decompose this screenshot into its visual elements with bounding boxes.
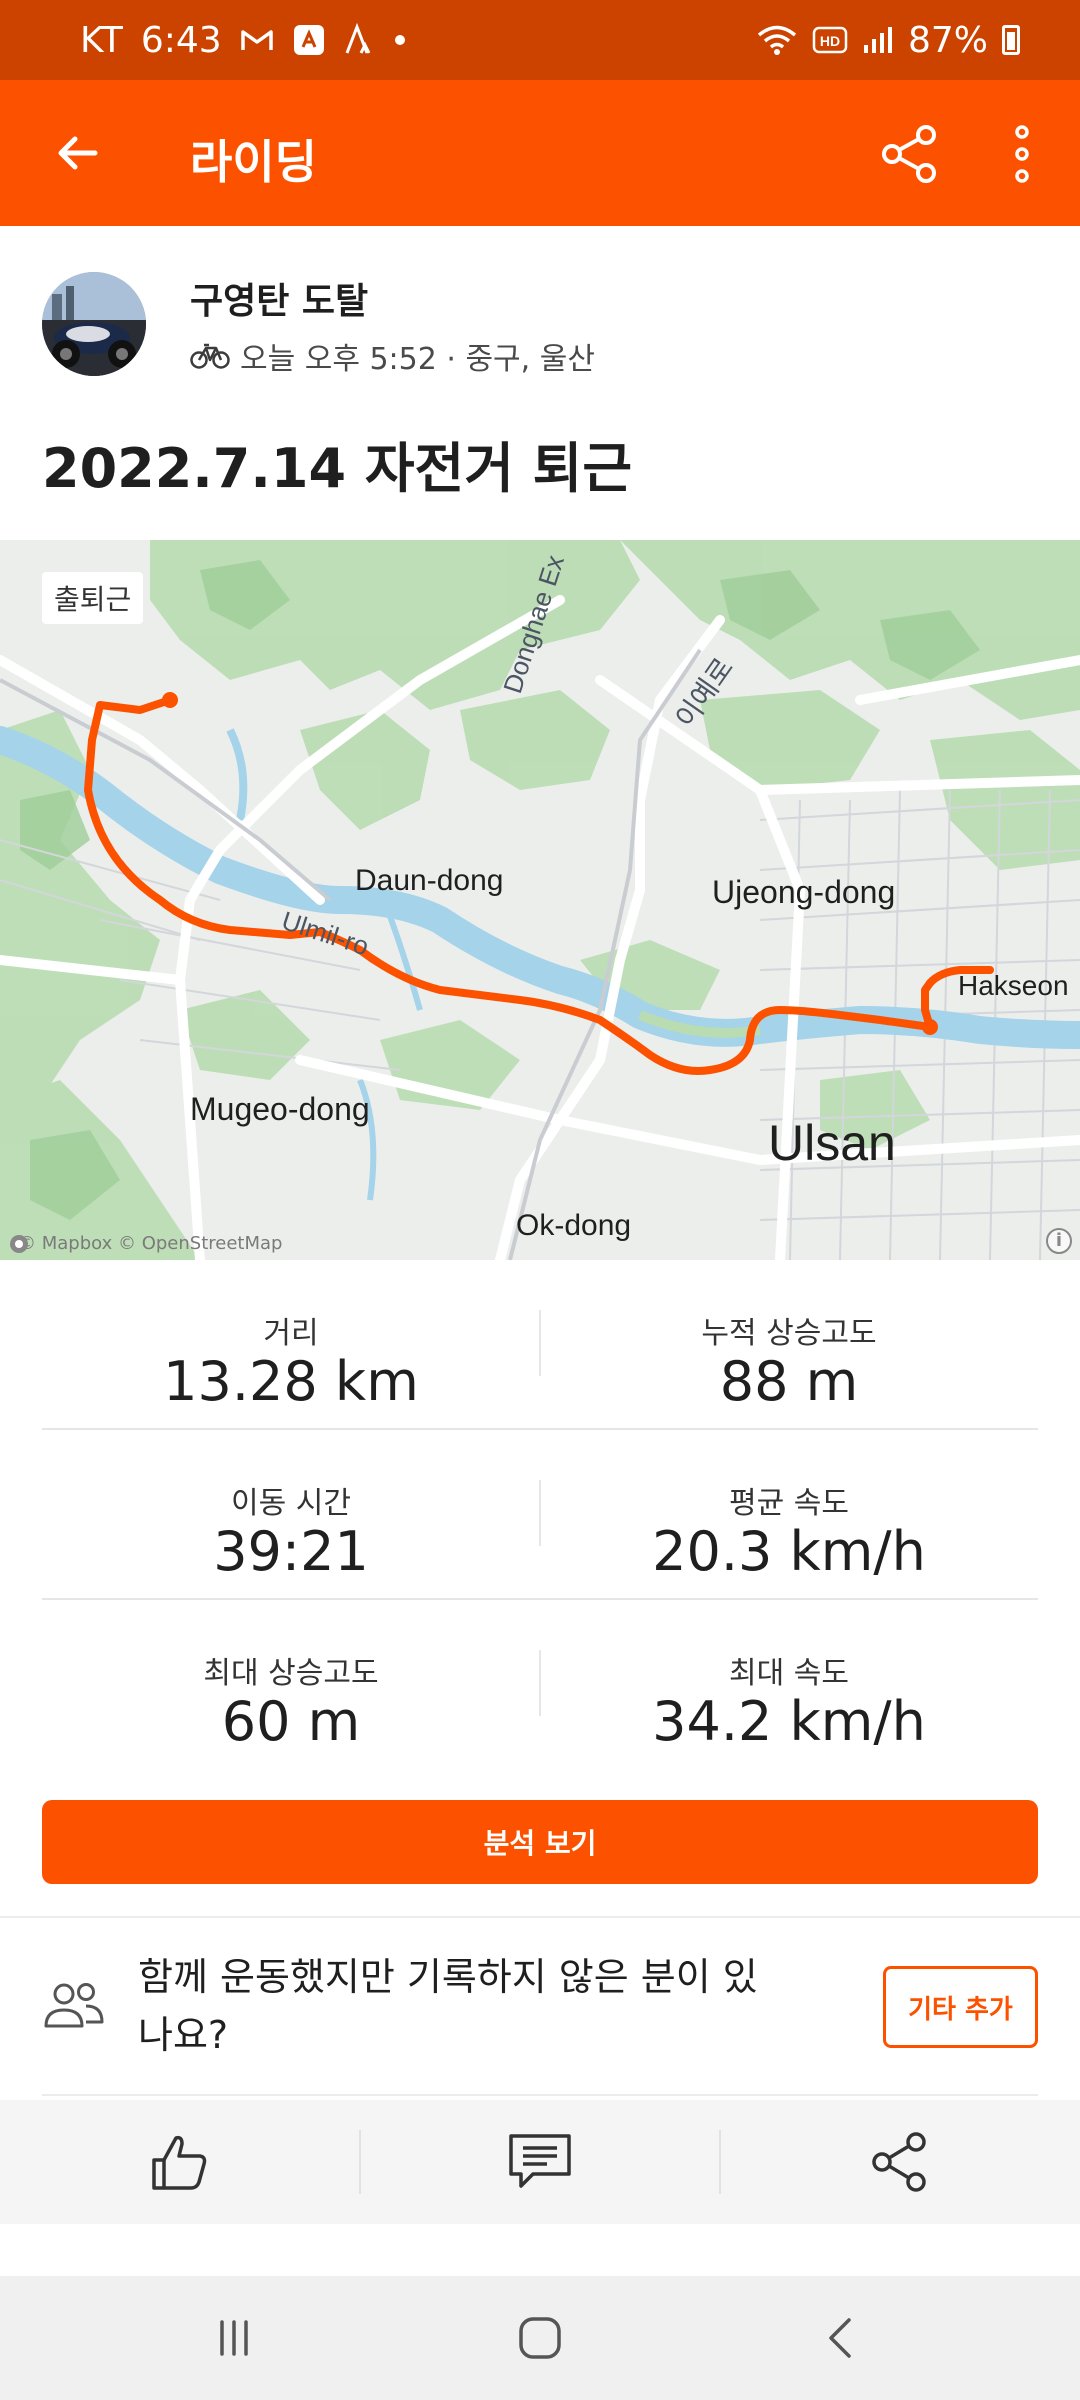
stat-value: 39:21 (213, 1520, 369, 1583)
map-label-donghae: Donghae Ex (497, 551, 570, 696)
divider (0, 1916, 1080, 1918)
map-attribution-text: © Mapbox © OpenStreetMap (18, 1233, 283, 1254)
map-label-hakseong: Hakseon (958, 970, 1069, 1001)
kudos-button[interactable] (0, 2100, 360, 2224)
battery-percent: 87% (907, 19, 988, 61)
map-label-okdong: Ok-dong (516, 1209, 631, 1242)
stat-label: 이동 시간 (231, 1486, 351, 1521)
more-vertical-icon (1015, 125, 1029, 183)
svg-text:HD: HD (820, 33, 840, 49)
app-bar: 라이딩 (0, 80, 1080, 226)
activity-meta: 오늘 오후 5:52 · 중구, 울산 (190, 334, 595, 378)
map-info-icon[interactable]: i (1046, 1228, 1072, 1254)
chevron-left-icon (829, 2318, 851, 2358)
stat-label: 최대 속도 (729, 1656, 849, 1691)
recent-apps-icon (220, 2320, 248, 2356)
clock: 6:43 (140, 19, 222, 61)
status-right: HD 87% (756, 20, 1020, 61)
bicycle-icon (190, 343, 230, 369)
share-button[interactable] (872, 116, 948, 192)
stat-label: 누적 상승고도 (701, 1316, 877, 1351)
activity-meta-text: 오늘 오후 5:52 · 중구, 울산 (240, 342, 595, 377)
arrow-left-icon (58, 136, 98, 170)
map-label-mugeo: Mugeo-dong (190, 1091, 370, 1127)
back-button[interactable] (42, 118, 112, 188)
stat-moving-time: 이동 시간 39:21 (42, 1430, 540, 1600)
wifi-icon (756, 24, 798, 56)
route-map[interactable]: 출퇴근 Donghae Ex 이예로 Daun-dong Ujeong-dong… (0, 540, 1080, 1260)
stat-value: 88 m (719, 1350, 859, 1413)
home-icon (519, 2317, 561, 2359)
dot-icon (392, 32, 408, 48)
map-label-ujeong: Ujeong-dong (712, 874, 895, 910)
action-bar (0, 2100, 1080, 2224)
stat-value: 60 m (221, 1690, 361, 1753)
strava-notification-icon (292, 23, 326, 57)
map-attribution[interactable]: © Mapbox © OpenStreetMap (8, 1233, 282, 1254)
spacer (0, 2224, 1080, 2276)
stats-grid: 거리 13.28 km 누적 상승고도 88 m 이동 시간 39:21 평균 … (42, 1260, 1038, 1770)
view-analysis-button[interactable]: 분석 보기 (42, 1800, 1038, 1884)
stat-avg-speed: 평균 속도 20.3 km/h (540, 1430, 1038, 1600)
strava-logo-icon (344, 23, 374, 57)
stat-row: 거리 13.28 km 누적 상승고도 88 m (42, 1260, 1038, 1430)
stat-label: 거리 (263, 1316, 319, 1351)
share-icon (882, 125, 936, 183)
stat-elevation-gain: 누적 상승고도 88 m (540, 1260, 1038, 1430)
home-button[interactable] (440, 2276, 640, 2400)
map-label-ulsan: Ulsan (768, 1115, 896, 1171)
stat-row: 이동 시간 39:21 평균 속도 20.3 km/h (42, 1430, 1038, 1600)
carrier-label: KT (80, 19, 123, 61)
system-nav-bar (0, 2276, 1080, 2400)
page-title: 라이딩 (190, 135, 317, 189)
share-icon (872, 2132, 926, 2192)
status-bar: KT 6:43 HD 87% (0, 0, 1080, 80)
stat-label: 최대 상승고도 (203, 1656, 379, 1691)
system-back-button[interactable] (740, 2276, 940, 2400)
avatar[interactable] (42, 272, 146, 376)
stat-value: 13.28 km (163, 1350, 419, 1413)
group-icon (42, 1980, 106, 2032)
map-labels: Donghae Ex 이예로 Daun-dong Ujeong-dong Ulm… (190, 551, 1069, 1242)
stat-value: 34.2 km/h (652, 1690, 926, 1753)
comment-icon (509, 2134, 571, 2188)
stat-max-speed: 최대 속도 34.2 km/h (540, 1600, 1038, 1770)
battery-icon (1002, 25, 1020, 55)
stat-value: 20.3 km/h (652, 1520, 926, 1583)
motorcycle-photo (42, 272, 146, 376)
divider (42, 2094, 1038, 2096)
group-prompt-text: 함께 운동했지만 기록하지 않은 분이 있나요? (138, 1955, 758, 2057)
gmail-icon (240, 27, 274, 53)
stat-label: 평균 속도 (729, 1486, 849, 1521)
recent-apps-button[interactable] (134, 2276, 334, 2400)
stat-distance: 거리 13.28 km (42, 1260, 540, 1430)
hd-voice-icon: HD (812, 26, 848, 54)
add-others-button[interactable]: 기타 추가 (883, 1966, 1038, 2048)
thumbs-up-icon (152, 2135, 207, 2190)
athlete-name[interactable]: 구영탄 도탈 (190, 272, 368, 324)
share-activity-button[interactable] (720, 2100, 1080, 2224)
map-label-ulmil: Ulmil-ro (278, 905, 372, 961)
comment-button[interactable] (360, 2100, 720, 2224)
more-button[interactable] (992, 116, 1052, 192)
activity-title: 2022.7.14 자전거 퇴근 (42, 437, 633, 500)
stat-max-elevation: 최대 상승고도 60 m (42, 1600, 540, 1770)
status-left: KT 6:43 (80, 20, 408, 61)
map-label-iye: 이예로 (669, 652, 740, 734)
map-label-daun: Daun-dong (355, 864, 503, 897)
signal-icon (862, 25, 894, 55)
stat-row: 최대 상승고도 60 m 최대 속도 34.2 km/h (42, 1600, 1038, 1770)
